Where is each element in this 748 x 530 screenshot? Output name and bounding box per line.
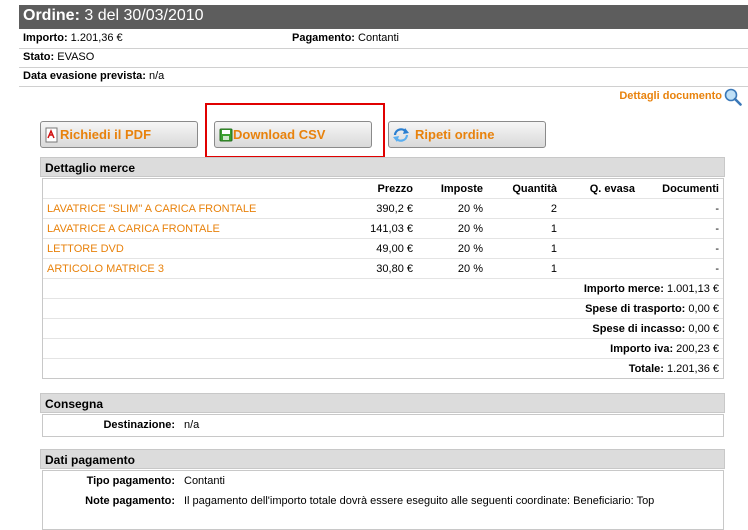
tipo-pagamento-value: Contanti: [184, 475, 225, 487]
ripeti-ordine-label: Ripeti ordine: [415, 127, 495, 142]
documenti-cell: -: [639, 198, 723, 219]
pagamento-label: Pagamento:: [292, 32, 355, 44]
dettaglio-merce-title: Dettaglio merce: [45, 161, 136, 175]
totals-value: 1.201,36 €: [667, 362, 719, 375]
product-link[interactable]: ARTICOLO MATRICE 3: [43, 258, 333, 279]
imposte-cell: 20 %: [417, 218, 487, 239]
importo-value: 1.201,36 €: [70, 32, 123, 44]
pagamento-value: Contanti: [358, 32, 400, 44]
table-row: LETTORE DVD 49,00 € 20 % 1 -: [43, 238, 723, 259]
col-product: [43, 179, 333, 199]
stato-value: EVASO: [57, 51, 95, 63]
table-row: LAVATRICE "SLIM" A CARICA FRONTALE 390,2…: [43, 198, 723, 219]
table-row: LAVATRICE A CARICA FRONTALE 141,03 € 20 …: [43, 218, 723, 239]
quantita-cell: 1: [487, 218, 561, 239]
quantita-cell: 1: [487, 258, 561, 279]
imposte-cell: 20 %: [417, 258, 487, 279]
col-imposte: Imposte: [417, 179, 487, 199]
col-documenti: Documenti: [639, 179, 723, 199]
order-header: Ordine: 3 del 30/03/2010: [19, 5, 748, 29]
col-prezzo: Prezzo: [333, 179, 417, 199]
destinazione-value: n/a: [184, 419, 200, 431]
totals-value: 0,00 €: [688, 322, 719, 335]
pdf-icon: [45, 127, 58, 143]
tipo-pagamento-label: Tipo pagamento:: [86, 475, 175, 487]
stato-label: Stato:: [23, 51, 55, 63]
prezzo-cell: 30,80 €: [333, 258, 417, 279]
note-pagamento-label: Note pagamento:: [85, 495, 175, 507]
product-link[interactable]: LETTORE DVD: [43, 238, 333, 259]
totals-label: Importo iva:: [610, 342, 674, 355]
importo-label: Importo:: [23, 32, 68, 44]
consegna-panel: Destinazione: n/a: [42, 414, 724, 437]
refresh-icon: [393, 128, 409, 142]
data-evasione-row: Data evasione prevista: n/a: [19, 67, 748, 87]
dati-pagamento-title: Dati pagamento: [45, 453, 136, 467]
product-link[interactable]: LAVATRICE A CARICA FRONTALE: [43, 218, 333, 239]
totals-label: Spese di incasso:: [592, 322, 686, 335]
table-row: ARTICOLO MATRICE 3 30,80 € 20 % 1 -: [43, 258, 723, 279]
evasa-cell: [561, 218, 639, 239]
totals-row: Spese di trasporto: 0,00 €: [43, 298, 723, 319]
data-evasione-value: n/a: [148, 70, 165, 82]
dati-pagamento-panel: Tipo pagamento: Contanti Note pagamento:…: [42, 470, 724, 530]
note-pagamento-value: Il pagamento dell'importo totale dovrà e…: [184, 495, 655, 507]
table-header-row: Prezzo Imposte Quantità Q. evasa Documen…: [43, 179, 723, 199]
totals-value: 1.001,13 €: [667, 282, 719, 295]
imposte-cell: 20 %: [417, 238, 487, 259]
data-evasione-label: Data evasione prevista:: [23, 70, 146, 82]
totals-row: Importo iva: 200,23 €: [43, 338, 723, 359]
totals-value: 200,23 €: [676, 342, 719, 355]
richiedi-pdf-label: Richiedi il PDF: [60, 127, 152, 142]
quantita-cell: 2: [487, 198, 561, 219]
totals-label: Totale:: [628, 362, 664, 375]
imposte-cell: 20 %: [417, 198, 487, 219]
col-quantita: Quantità: [487, 179, 561, 199]
dettaglio-merce-header: Dettaglio merce: [40, 157, 725, 177]
documenti-cell: -: [639, 258, 723, 279]
richiedi-pdf-button[interactable]: Richiedi il PDF: [40, 121, 198, 148]
totals-label: Spese di trasporto:: [585, 302, 686, 315]
col-q-evasa: Q. evasa: [561, 179, 639, 199]
consegna-header: Consegna: [40, 393, 725, 413]
totals-label: Importo merce:: [583, 282, 664, 295]
stato-row: Stato: EVASO: [19, 48, 748, 68]
product-link[interactable]: LAVATRICE "SLIM" A CARICA FRONTALE: [43, 198, 333, 219]
importo-row: Importo: 1.201,36 € Pagamento: Contanti: [19, 29, 748, 49]
dettaglio-merce-panel: Prezzo Imposte Quantità Q. evasa Documen…: [42, 178, 724, 379]
ripeti-ordine-button[interactable]: Ripeti ordine: [388, 121, 546, 148]
evasa-cell: [561, 258, 639, 279]
magnifier-icon[interactable]: [724, 88, 742, 106]
totals-row: Importo merce: 1.001,13 €: [43, 278, 723, 299]
prezzo-cell: 390,2 €: [333, 198, 417, 219]
destinazione-label: Destinazione:: [103, 419, 175, 431]
prezzo-cell: 49,00 €: [333, 238, 417, 259]
order-label: Ordine:: [23, 7, 80, 24]
prezzo-cell: 141,03 €: [333, 218, 417, 239]
totals-row: Totale: 1.201,36 €: [43, 359, 723, 379]
evasa-cell: [561, 238, 639, 259]
merce-table: Prezzo Imposte Quantità Q. evasa Documen…: [43, 179, 723, 378]
consegna-title: Consegna: [45, 397, 104, 411]
quantita-cell: 1: [487, 238, 561, 259]
dettagli-documento-link[interactable]: Dettagli documento: [619, 90, 722, 102]
totals-row: Spese di incasso: 0,00 €: [43, 318, 723, 339]
totals-value: 0,00 €: [688, 302, 719, 315]
documenti-cell: -: [639, 238, 723, 259]
dati-pagamento-header: Dati pagamento: [40, 449, 725, 469]
documenti-cell: -: [639, 218, 723, 239]
highlight-box: [205, 103, 385, 158]
order-number: 3 del 30/03/2010: [84, 7, 204, 24]
evasa-cell: [561, 198, 639, 219]
